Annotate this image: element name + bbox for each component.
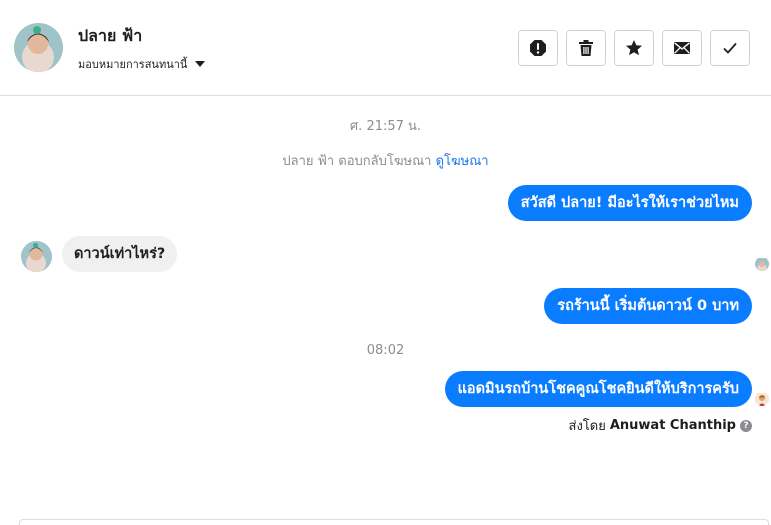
star-icon — [626, 40, 642, 56]
help-icon[interactable]: ? — [740, 419, 752, 432]
contact-name: ปลาย ฟ้า — [78, 26, 143, 45]
contact-avatar-small — [21, 241, 52, 272]
follow-up-button[interactable] — [614, 30, 654, 66]
seen-avatar — [755, 257, 769, 271]
conversation-header: ปลาย ฟ้า มอบหมายการสนทนานี้ — [0, 0, 771, 96]
mark-spam-button[interactable] — [518, 30, 558, 66]
assign-label: มอบหมายการสนทนานี้ — [78, 58, 188, 71]
contact-avatar[interactable] — [14, 23, 63, 72]
message-bubble-outgoing[interactable]: สวัสดี ปลาย! มีอะไรให้เราช่วยไหม — [507, 185, 752, 221]
message-bubble-outgoing[interactable]: แอดมินรถบ้านโชคคูณโชคยินดีให้บริการครับ — [444, 371, 752, 407]
timestamp: ศ. 21:57 น. — [349, 119, 422, 134]
agent-avatar — [755, 392, 769, 406]
envelope-icon — [674, 42, 690, 54]
message-thread[interactable]: ศ. 21:57 น. ปลาย ฟ้า ตอบกลับโฆษณา ดูโฆษณ… — [0, 97, 771, 525]
trash-icon — [579, 40, 593, 56]
mark-done-button[interactable] — [710, 30, 750, 66]
sent-by-info: ส่งโดย Anuwat Chanthip ? — [569, 415, 752, 436]
message-bubble-incoming[interactable]: ดาวน์เท่าไหร่? — [62, 236, 178, 272]
conversation-toolbar — [518, 30, 750, 66]
mark-unread-button[interactable] — [662, 30, 702, 66]
delete-button[interactable] — [566, 30, 606, 66]
timestamp: 08:02 — [366, 343, 405, 358]
assign-conversation-dropdown[interactable]: มอบหมายการสนทนานี้ — [78, 55, 206, 73]
ad-reply-text: ปลาย ฟ้า ตอบกลับโฆษณา — [282, 154, 432, 169]
message-composer[interactable] — [19, 519, 769, 525]
ad-reply-notice: ปลาย ฟ้า ตอบกลับโฆษณา ดูโฆษณา — [0, 150, 771, 171]
sent-by-agent: Anuwat Chanthip — [609, 418, 736, 433]
message-bubble-outgoing[interactable]: รถร้านนี้ เริ่มต้นดาวน์ 0 บาท — [544, 288, 752, 324]
sent-by-label: ส่งโดย — [568, 419, 606, 434]
alert-icon — [530, 40, 546, 56]
view-ad-link[interactable]: ดูโฆษณา — [436, 154, 489, 169]
caret-down-icon — [195, 61, 206, 67]
check-icon — [723, 42, 737, 54]
